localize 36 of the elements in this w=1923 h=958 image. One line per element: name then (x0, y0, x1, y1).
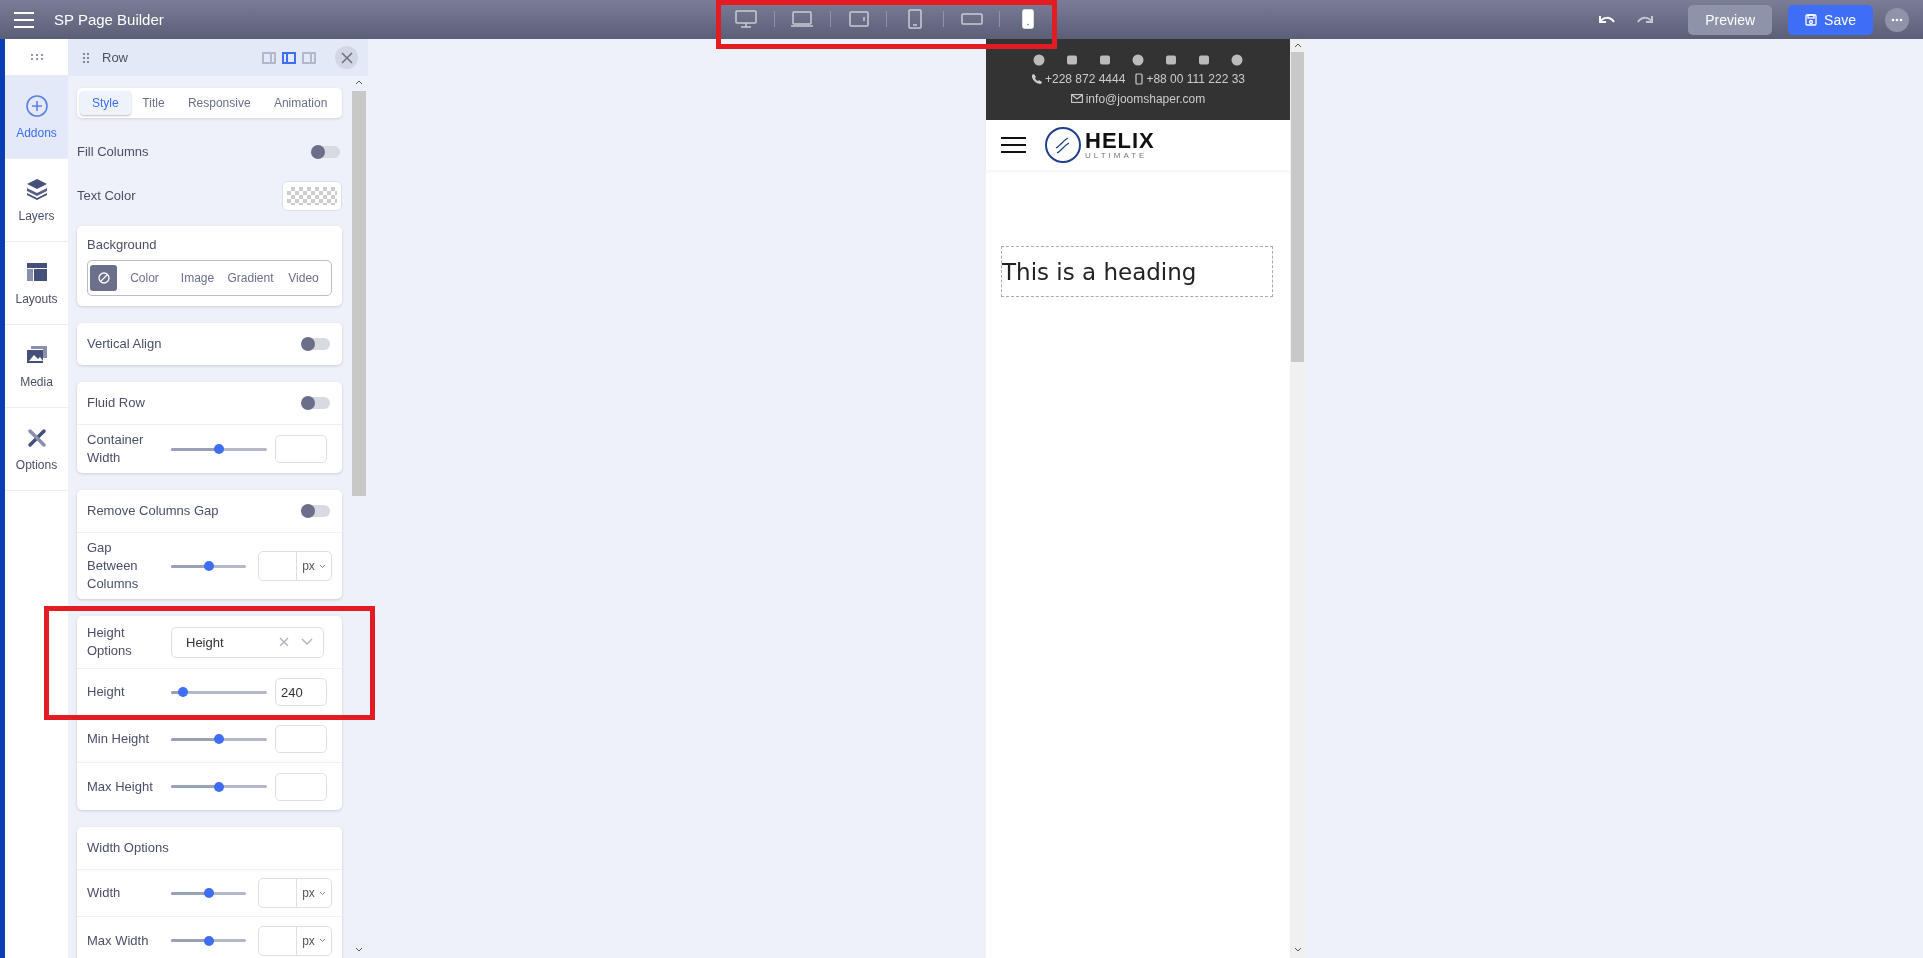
heading-block[interactable]: This is a heading (1001, 246, 1273, 297)
panel-tab[interactable]: Responsive (176, 91, 263, 115)
page-heading: This is a heading (1002, 258, 1197, 285)
segment-option[interactable]: Gradient (225, 265, 276, 291)
field-label: Background (87, 236, 158, 254)
field-label: Gap Between Columns (87, 539, 140, 593)
field-label: Height Options (87, 624, 133, 660)
mobile-number[interactable]: +88 00 111 222 33 (1135, 71, 1246, 86)
panel-tab[interactable]: Title (130, 91, 177, 115)
panel-tab[interactable]: Style (80, 91, 131, 115)
field-label: Height (87, 683, 126, 701)
panel-title: Row (102, 50, 128, 65)
segment-option[interactable]: Image (172, 265, 223, 291)
number-field[interactable]: 240 (275, 678, 327, 706)
field-label: Fluid Row (87, 394, 145, 412)
field-label: Remove Columns Gap (87, 502, 219, 520)
phone-number[interactable]: +228 872 4444 (1030, 71, 1126, 86)
field-label: Container Width (87, 431, 145, 467)
logo-tagline: ULTIMATE (1085, 152, 1149, 160)
field-label: Max Height (87, 777, 154, 796)
panel-tab[interactable]: Animation (262, 91, 339, 115)
field-label: Fill Columns (77, 143, 149, 161)
section-heading: Width Options (87, 839, 169, 857)
logo-name: HELIX (1085, 130, 1155, 152)
segment-option[interactable]: Video (278, 265, 329, 291)
field-label: Max Width (87, 931, 150, 950)
save-button[interactable]: Save (1788, 4, 1873, 35)
select-field[interactable]: Height (171, 626, 324, 658)
email-link[interactable]: info@joomshaper.com (1070, 91, 1206, 106)
field-label: Width (87, 884, 122, 902)
field-label: Vertical Align (87, 335, 162, 353)
field-label: Min Height (87, 730, 151, 748)
app-title: SP Page Builder (54, 11, 164, 28)
field-label: Text Color (77, 187, 136, 205)
sidebar-tab[interactable]: Addons (5, 76, 68, 159)
segment-option[interactable]: Color (119, 265, 170, 291)
